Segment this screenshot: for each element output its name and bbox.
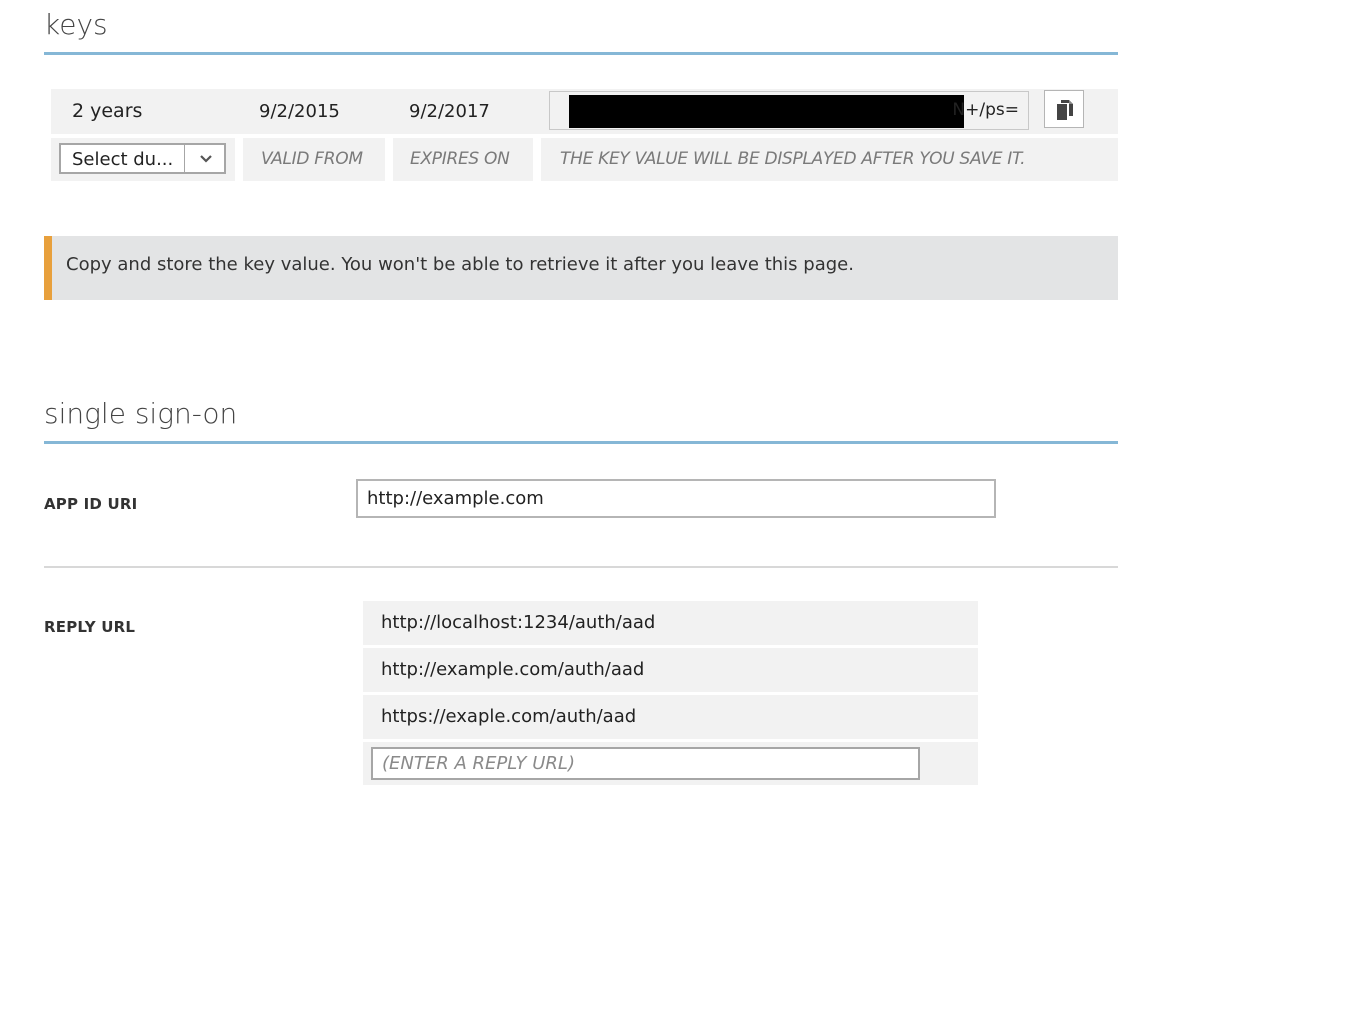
keys-section-rule [44,52,1118,55]
reply-url-item[interactable]: http://example.com/auth/aad [363,648,978,692]
valid-from-placeholder: VALID FROM [261,149,363,169]
page: keys 2 years 9/2/2015 9/2/2017 N+/ps= VA… [0,0,1355,1013]
notice-text: Copy and store the key value. You won't … [66,254,854,275]
select-divider [184,145,185,172]
sso-section-title: single sign-on [44,397,238,430]
key-value-placeholder: THE KEY VALUE WILL BE DISPLAYED AFTER YO… [560,149,1026,169]
notice-accent-bar [44,236,52,300]
duration-select-value: Select du... [72,149,174,170]
key-expires-on: 9/2/2017 [409,101,490,122]
key-value-redaction [569,95,964,128]
divider [44,566,1118,568]
key-value-field[interactable]: N+/ps= [549,91,1029,130]
col-separator [533,138,541,181]
chevron-down-icon [200,155,212,163]
col-separator [235,138,243,181]
new-reply-url-input[interactable]: (ENTER A REPLY URL) [371,747,920,780]
reply-url-item[interactable]: http://localhost:1234/auth/aad [363,601,978,645]
sso-section-rule [44,441,1118,444]
duration-select[interactable]: Select du... [59,143,226,174]
key-valid-from: 9/2/2015 [259,101,340,122]
new-reply-url-row: (ENTER A REPLY URL) [363,742,978,785]
copy-icon [1057,100,1073,120]
keys-section-title: keys [44,8,108,41]
app-id-uri-input[interactable]: http://example.com [356,479,996,518]
reply-url-text: http://example.com/auth/aad [381,659,645,680]
reply-url-item[interactable]: https://exaple.com/auth/aad [363,695,978,739]
key-value-suffix: N+/ps= [952,100,1019,120]
col-separator [385,138,393,181]
app-id-uri-label: APP ID URI [44,495,138,513]
key-duration: 2 years [72,100,143,122]
reply-url-label: REPLY URL [44,618,136,636]
expires-on-placeholder: EXPIRES ON [410,149,510,169]
copy-key-button[interactable] [1044,90,1084,128]
reply-url-text: https://exaple.com/auth/aad [381,706,637,727]
warning-notice: Copy and store the key value. You won't … [44,236,1118,300]
reply-url-text: http://localhost:1234/auth/aad [381,612,656,633]
